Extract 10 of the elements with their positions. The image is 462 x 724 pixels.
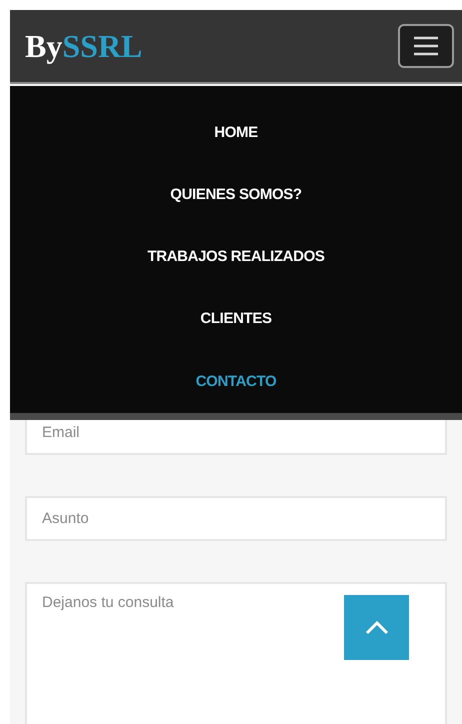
chevron-up-icon [364,620,388,634]
menu-icon [412,36,440,56]
logo[interactable]: BySSRL [25,30,142,62]
nav-link[interactable]: HOME [214,102,258,164]
nav-link[interactable]: QUIENES SOMOS? [170,164,302,226]
menu-button[interactable] [398,24,454,68]
message-field[interactable]: Dejanos tu consulta [25,582,447,724]
nav-link[interactable]: CLIENTES [200,288,272,351]
input-field[interactable]: Asunto [25,496,447,541]
nav-link[interactable]: TRABAJOS REALIZADOS [147,226,325,289]
